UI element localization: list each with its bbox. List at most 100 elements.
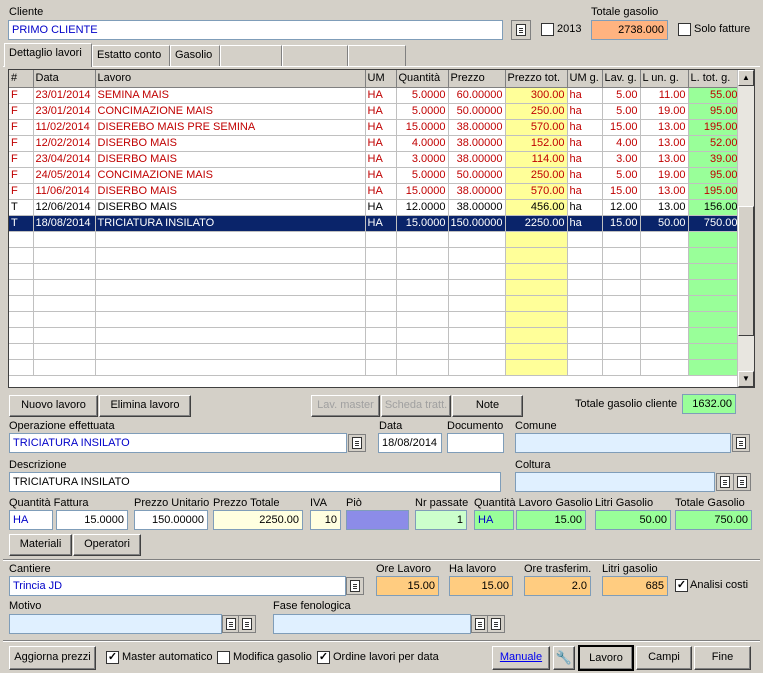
table-cell[interactable] [505,327,568,344]
nuovo-lavoro-button[interactable]: Nuovo lavoro [9,395,98,417]
table-cell[interactable]: DISERBO MAIS [95,199,366,216]
table-cell[interactable] [567,359,603,376]
table-cell[interactable]: 5.00 [602,87,641,104]
table-cell[interactable] [9,247,34,264]
cliente-input[interactable]: PRIMO CLIENTE [8,20,503,40]
table-cell[interactable]: 15.0000 [396,183,449,200]
grid-column-header[interactable]: Quantità [396,70,449,88]
table-cell[interactable]: DISEREBO MAIS PRE SEMINA [95,119,366,136]
table-cell[interactable]: ha [567,167,603,184]
operazione-input[interactable]: TRICIATURA INSILATO [9,433,347,453]
table-cell[interactable]: 15.00 [602,119,641,136]
table-cell[interactable]: F [9,103,34,120]
table-cell[interactable]: 95.00 [688,103,741,120]
qf-um-input[interactable]: HA [9,510,53,530]
table-cell[interactable]: ha [567,151,603,168]
table-cell[interactable] [9,263,34,280]
fase-input[interactable] [273,614,471,634]
table-cell[interactable]: ha [567,119,603,136]
table-cell[interactable] [33,327,96,344]
tab-gasolio[interactable]: Gasolio [170,45,220,66]
table-cell[interactable] [640,279,689,296]
table-cell[interactable]: 19.00 [640,103,689,120]
scroll-thumb[interactable] [738,206,754,336]
table-cell[interactable] [448,247,506,264]
table-cell[interactable] [448,295,506,312]
table-cell[interactable] [602,247,641,264]
table-cell[interactable] [688,247,741,264]
elimina-lavoro-button[interactable]: Elimina lavoro [99,395,191,417]
table-cell[interactable]: 156.00 [688,199,741,216]
table-cell[interactable] [9,231,34,248]
ordine-lavori-checkbox[interactable]: ✓ [317,651,330,664]
table-cell[interactable] [602,279,641,296]
table-cell[interactable] [688,311,741,328]
operazione-lookup-button[interactable] [348,434,366,452]
table-cell[interactable]: 5.0000 [396,103,449,120]
table-cell[interactable] [448,263,506,280]
table-cell[interactable] [95,295,366,312]
table-cell[interactable]: 38.00000 [448,183,506,200]
table-cell[interactable]: 55.00 [688,87,741,104]
table-cell[interactable] [9,311,34,328]
table-cell[interactable]: ha [567,135,603,152]
table-cell[interactable]: F [9,119,34,136]
table-cell[interactable] [640,247,689,264]
table-row[interactable]: F 11/02/2014 DISEREBO MAIS PRE SEMINA HA 15.… [9,119,741,136]
lavori-grid[interactable]: # Data Lavoro UM Quantità Prezzo Prezzo tot. UM… [8,69,755,388]
table-cell[interactable] [640,327,689,344]
table-cell[interactable] [9,295,34,312]
table-cell[interactable] [602,263,641,280]
master-automatico-checkbox[interactable]: ✓ [106,651,119,664]
ha-lavoro-input[interactable]: 15.00 [449,576,513,596]
tab-empty-1[interactable] [220,45,282,66]
table-cell[interactable] [9,327,34,344]
table-cell[interactable] [688,279,741,296]
table-cell[interactable]: ha [567,183,603,200]
table-cell[interactable]: 250.00 [505,103,568,120]
table-cell[interactable] [33,343,96,360]
table-cell[interactable]: F [9,151,34,168]
table-row[interactable]: F 23/01/2014 SEMINA MAIS HA 5.0000 60.00000 30… [9,87,741,104]
table-cell[interactable]: HA [365,119,397,136]
table-cell[interactable] [396,343,449,360]
lav-master-button[interactable]: Lav. master [311,395,380,417]
table-cell[interactable]: 11.00 [640,87,689,104]
table-cell[interactable] [9,359,34,376]
empty-table-row[interactable] [9,295,741,312]
coltura-input[interactable] [515,472,715,492]
qlg-um-input[interactable]: HA [474,510,514,530]
grid-column-header[interactable]: UM g. [567,70,603,88]
table-cell[interactable] [33,359,96,376]
table-cell[interactable]: HA [365,215,397,232]
table-cell[interactable]: 60.00000 [448,87,506,104]
table-cell[interactable] [396,247,449,264]
table-cell[interactable]: 13.00 [640,135,689,152]
table-cell[interactable] [33,263,96,280]
table-cell[interactable] [567,231,603,248]
table-cell[interactable] [640,359,689,376]
litri-gasolio2-input[interactable]: 685 [602,576,668,596]
table-cell[interactable] [602,295,641,312]
table-cell[interactable] [396,327,449,344]
table-cell[interactable] [365,231,397,248]
table-cell[interactable] [396,295,449,312]
table-cell[interactable] [602,231,641,248]
table-cell[interactable]: HA [365,103,397,120]
empty-table-row[interactable] [9,327,741,344]
table-cell[interactable] [640,343,689,360]
table-cell[interactable]: 4.0000 [396,135,449,152]
table-cell[interactable]: 13.00 [640,199,689,216]
analisi-costi-checkbox[interactable]: ✓ [675,579,688,592]
table-row[interactable]: F 23/04/2014 DISERBO MAIS HA 3.0000 38.00000 1… [9,151,741,168]
table-cell[interactable]: T [9,199,34,216]
table-cell[interactable] [448,311,506,328]
table-cell[interactable]: HA [365,87,397,104]
empty-table-row[interactable] [9,247,741,264]
empty-table-row[interactable] [9,311,741,328]
table-cell[interactable] [567,295,603,312]
table-cell[interactable]: DISERBO MAIS [95,151,366,168]
table-cell[interactable]: ha [567,87,603,104]
table-cell[interactable]: 195.00 [688,119,741,136]
table-row[interactable]: F 24/05/2014 CONCIMAZIONE MAIS HA 5.0000 50.0… [9,167,741,184]
